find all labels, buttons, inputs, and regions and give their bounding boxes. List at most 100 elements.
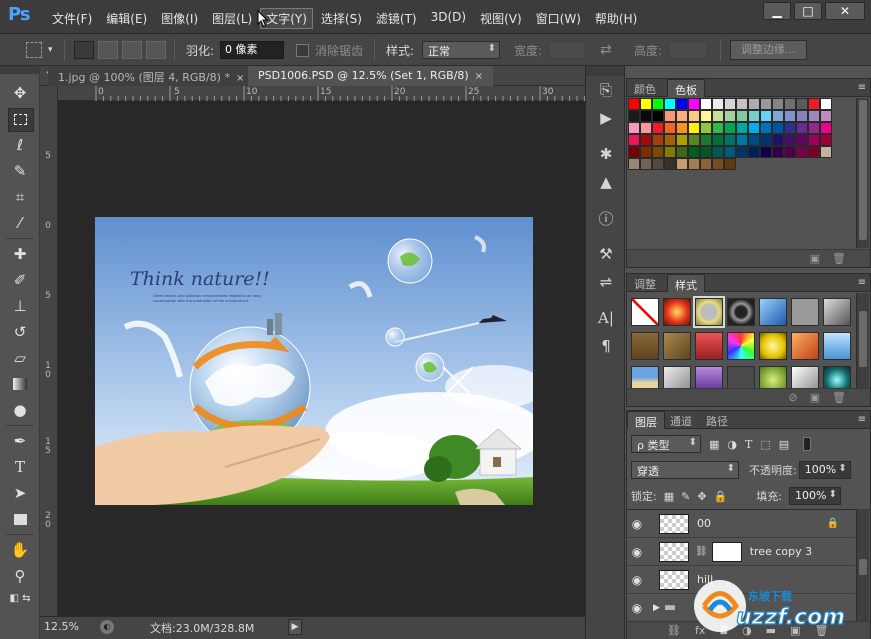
minimize-button[interactable]: ▁ [763, 2, 791, 20]
color-swatch[interactable] [760, 110, 772, 122]
toolbar-grip[interactable] [0, 66, 39, 74]
zoom-field[interactable]: 12.5% [44, 620, 79, 633]
styles-scrollbar[interactable] [856, 293, 869, 388]
color-swatch[interactable] [724, 122, 736, 134]
doc-tab-2[interactable]: PSD1006.PSD @ 12.5% (Set 1, RGB/8) × [248, 66, 494, 86]
color-swatch[interactable] [628, 158, 640, 170]
color-swatch[interactable] [688, 134, 700, 146]
color-swatch[interactable] [748, 98, 760, 110]
menu-help[interactable]: 帮助(H) [589, 8, 643, 29]
move-tool-icon[interactable]: ✥ [0, 80, 40, 106]
filter-pixel-icon[interactable]: ▦ [709, 438, 719, 451]
width-input[interactable] [548, 41, 586, 59]
quick-select-tool-icon[interactable]: ✎ [0, 158, 40, 184]
filter-type-icon[interactable]: T [745, 438, 752, 451]
color-swatch[interactable] [760, 122, 772, 134]
tool-presets-icon[interactable]: ✱ [586, 140, 626, 168]
vertical-ruler[interactable]: 5 0 5 1 0 1 5 2 0 [40, 86, 58, 616]
scroll-thumb[interactable] [859, 311, 867, 367]
height-input[interactable] [668, 41, 708, 59]
style-preset-yellow-gem[interactable] [759, 332, 787, 360]
style-preset-gray-flat[interactable] [791, 298, 819, 326]
style-preset-none-style[interactable] [631, 298, 659, 326]
color-swatch[interactable] [676, 134, 688, 146]
color-swatch[interactable] [676, 146, 688, 158]
color-swatch[interactable] [700, 98, 712, 110]
color-swatch[interactable] [712, 158, 724, 170]
clear-style-icon[interactable]: ⊘ [788, 391, 797, 404]
actions-icon[interactable]: ▶ [586, 104, 626, 132]
intersect-selection-button[interactable] [146, 41, 166, 59]
color-swatch[interactable] [748, 134, 760, 146]
chain-link-icon[interactable]: ⛓ [695, 546, 708, 557]
color-swatch[interactable] [700, 110, 712, 122]
tab-adjustments[interactable]: 调整 [627, 274, 663, 292]
eyedropper-tool-icon[interactable]: ⁄ [0, 210, 40, 236]
color-swatch[interactable] [796, 122, 808, 134]
color-swatch[interactable] [820, 110, 832, 122]
feather-input[interactable]: 0 像素 [220, 41, 284, 59]
menu-3d[interactable]: 3D(D) [425, 8, 472, 29]
healing-brush-tool-icon[interactable]: ✚ [0, 241, 40, 267]
color-swatch[interactable] [772, 146, 784, 158]
color-swatch[interactable] [628, 98, 640, 110]
status-menu-arrow[interactable]: ▶ [288, 619, 302, 635]
visibility-eye-icon[interactable]: ◉ [627, 601, 647, 615]
filter-smart-object-icon[interactable]: ▤ [779, 438, 789, 451]
filter-toggle[interactable] [803, 437, 812, 451]
color-swatch[interactable] [784, 146, 796, 158]
color-swatch[interactable] [640, 98, 652, 110]
color-swatch[interactable] [688, 146, 700, 158]
color-swatch[interactable] [664, 146, 676, 158]
canvas-area[interactable]: Think nature!! Green leaves and pollutio… [58, 101, 585, 616]
color-swatch[interactable] [796, 98, 808, 110]
horizontal-ruler[interactable]: 0 5 10 15 20 25 30 [58, 86, 585, 101]
brush-presets-icon[interactable]: ⚒ [586, 240, 626, 268]
character-icon[interactable]: A| [586, 304, 626, 332]
panel-menu-icon[interactable]: ≡ [858, 414, 866, 425]
paragraph-icon[interactable]: ¶ [586, 332, 626, 360]
color-swatch[interactable] [808, 146, 820, 158]
history-icon[interactable]: ⎘ [586, 76, 626, 104]
doc-tab-1[interactable]: 1.jpg @ 100% (图层 4, RGB/8) * × [48, 66, 255, 86]
path-select-tool-icon[interactable]: ➤ [0, 480, 40, 506]
marquee-preset-picker[interactable]: ▾ [26, 34, 53, 66]
color-swatch[interactable] [808, 134, 820, 146]
color-swatch[interactable] [652, 158, 664, 170]
subtract-selection-button[interactable] [122, 41, 142, 59]
color-swatch[interactable] [700, 158, 712, 170]
layer-row[interactable]: ◉ 00 🔒 [627, 510, 855, 538]
opacity-input[interactable]: 100% [798, 461, 851, 479]
color-swatch[interactable] [688, 122, 700, 134]
color-swatch[interactable] [664, 110, 676, 122]
color-swatch[interactable] [736, 134, 748, 146]
hand-tool-icon[interactable]: ✋ [0, 537, 40, 563]
style-preset-orange-gradient[interactable] [791, 332, 819, 360]
layer-filter-select[interactable]: ρ 类型 [631, 435, 701, 453]
color-swatch[interactable] [700, 122, 712, 134]
color-swatch[interactable] [820, 134, 832, 146]
color-swatch[interactable] [640, 146, 652, 158]
color-swatch[interactable] [736, 110, 748, 122]
gradient-tool-icon[interactable] [0, 371, 40, 397]
style-preset-yellow-frame[interactable] [693, 296, 725, 328]
menu-window[interactable]: 窗口(W) [530, 8, 587, 29]
menu-view[interactable]: 视图(V) [474, 8, 528, 29]
color-swatch[interactable] [784, 134, 796, 146]
color-swatch[interactable] [712, 110, 724, 122]
lasso-tool-icon[interactable]: ℓ [0, 132, 40, 158]
color-swatch[interactable] [808, 110, 820, 122]
crop-tool-icon[interactable]: ⌗ [0, 184, 40, 210]
color-swatch[interactable] [784, 98, 796, 110]
color-swatch[interactable] [688, 158, 700, 170]
style-preset-gray-bevel[interactable] [823, 298, 851, 326]
style-preset-brown-wood[interactable] [631, 332, 659, 360]
pen-tool-icon[interactable]: ✒ [0, 428, 40, 454]
color-swatch[interactable] [664, 134, 676, 146]
color-swatch[interactable] [652, 98, 664, 110]
dodge-tool-icon[interactable]: ● [0, 397, 40, 423]
tab-paths[interactable]: 路径 [699, 411, 735, 429]
color-swatch[interactable] [652, 146, 664, 158]
rect-marquee-tool-icon[interactable] [0, 106, 40, 132]
maximize-button[interactable]: □ [794, 2, 822, 20]
